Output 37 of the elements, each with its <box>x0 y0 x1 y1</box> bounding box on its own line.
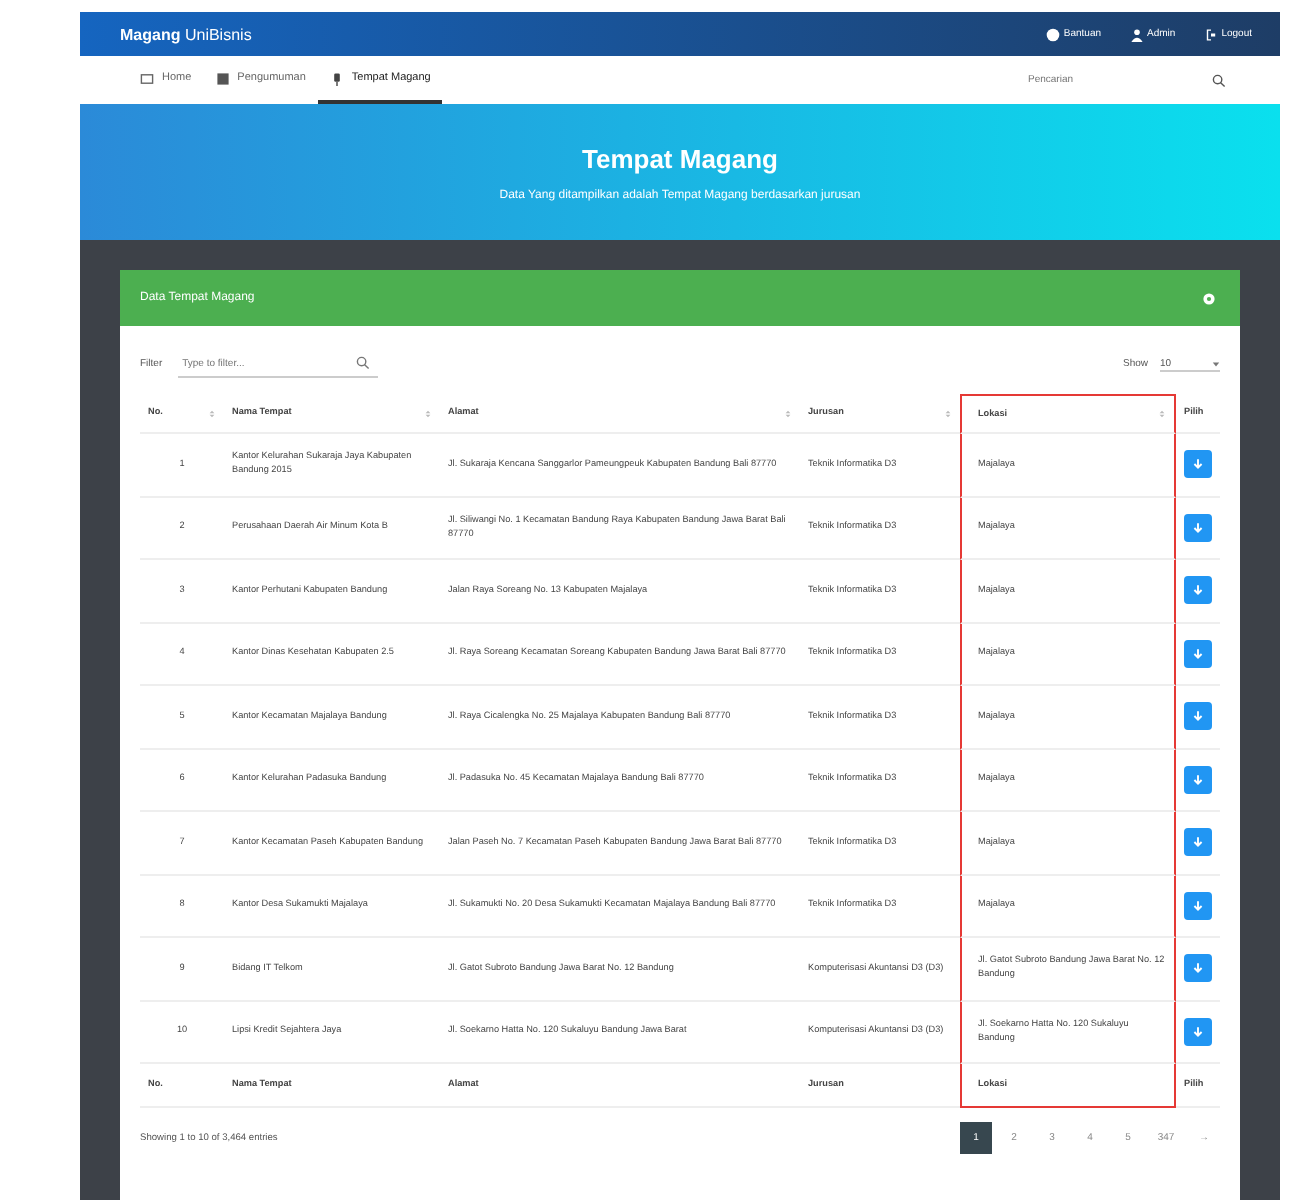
sort-icon <box>424 409 432 417</box>
arrow-down-icon <box>1192 458 1204 471</box>
brand-logo[interactable]: Magang UniBisnis <box>120 25 252 43</box>
sort-icon <box>1158 410 1166 418</box>
select-button[interactable] <box>1184 576 1212 605</box>
search-icon <box>356 356 371 370</box>
select-button[interactable] <box>1184 765 1212 794</box>
globe-icon <box>1045 27 1060 41</box>
arrow-down-icon <box>1192 836 1204 849</box>
select-button[interactable] <box>1184 1017 1212 1046</box>
arrow-down-icon <box>1192 521 1204 534</box>
select-button[interactable] <box>1184 828 1212 857</box>
window-icon <box>140 71 154 85</box>
board-icon <box>215 71 230 85</box>
select-button[interactable] <box>1184 513 1212 542</box>
arrow-down-icon <box>1192 962 1204 975</box>
arrow-down-icon <box>1192 899 1204 912</box>
caret-icon <box>1212 359 1220 367</box>
user-icon <box>1129 27 1144 41</box>
exit-icon <box>1203 27 1218 41</box>
select-button[interactable] <box>1184 639 1212 668</box>
sort-icon <box>784 409 792 417</box>
arrow-down-icon <box>1192 1025 1204 1038</box>
arrow-down-icon <box>1192 647 1204 660</box>
select-button[interactable] <box>1184 891 1212 920</box>
arrow-down-icon <box>1192 584 1204 597</box>
sort-icon <box>944 409 952 417</box>
page-title: Tempat Magang <box>582 143 778 173</box>
select-button[interactable] <box>1184 702 1212 731</box>
search-icon <box>1212 73 1226 87</box>
arrow-down-icon <box>1192 710 1204 723</box>
settings-icon[interactable] <box>1202 291 1216 305</box>
select-button[interactable] <box>1184 450 1212 479</box>
pin-icon <box>329 71 344 85</box>
select-button[interactable] <box>1184 954 1212 983</box>
arrow-down-icon <box>1192 773 1204 786</box>
sort-icon <box>208 409 216 417</box>
